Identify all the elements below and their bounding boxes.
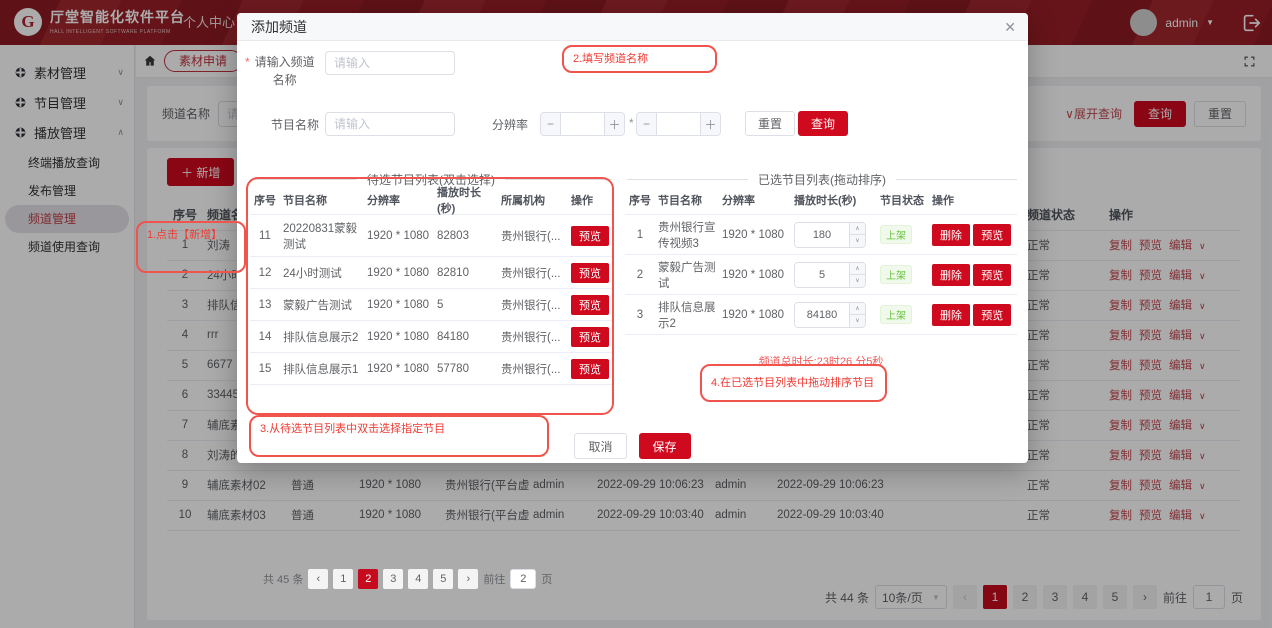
caret-down-icon[interactable]: ∨ — [850, 235, 865, 247]
divider — [896, 179, 1017, 180]
cell-seq: 3 — [625, 307, 655, 323]
total-count: 共 45 条 — [263, 571, 303, 587]
save-button[interactable]: 保存 — [639, 433, 691, 459]
plus-icon[interactable]: ＋ — [604, 113, 624, 135]
close-icon[interactable]: ✕ — [1004, 13, 1016, 41]
selected-row[interactable]: 3 排队信息展示2 1920 * 1080 ∧∨ 上架 删除 预览 — [625, 295, 1017, 335]
resolution-times-mark: * — [629, 116, 634, 130]
cell-name: 贵州银行宣传视频3 — [655, 217, 719, 253]
status-badge: 上架 — [880, 265, 912, 284]
selected-row[interactable]: 2 蒙毅广告测试 1920 * 1080 ∧∨ 上架 删除 预览 — [625, 255, 1017, 295]
selected-program-table: 序号 节目名称 分辨率 播放时长(秒) 节目状态 操作 1 贵州银行宣传视频3 … — [625, 185, 1017, 335]
modal-channel-name-input[interactable] — [325, 51, 455, 75]
plus-icon[interactable]: ＋ — [700, 113, 720, 135]
prev-page-icon[interactable]: ‹ — [308, 569, 328, 589]
status-badge: 上架 — [880, 305, 912, 324]
modal-header: 添加频道 ✕ — [237, 13, 1028, 41]
program-name-label: 节目名称 — [245, 116, 319, 134]
modal-title: 添加频道 — [251, 13, 307, 41]
modal-search-button[interactable]: 查询 — [798, 111, 848, 136]
annotation-candidate-table-box — [246, 177, 614, 415]
caret-down-icon[interactable]: ∨ — [850, 275, 865, 287]
goto-page-input[interactable] — [510, 569, 536, 589]
delete-button[interactable]: 删除 — [932, 224, 970, 246]
cell-res: 1920 * 1080 — [719, 267, 791, 283]
duration-stepper[interactable]: ∧∨ — [794, 262, 866, 288]
duration-input[interactable] — [795, 303, 849, 327]
caret-up-icon[interactable]: ∧ — [850, 263, 865, 276]
selected-row[interactable]: 1 贵州银行宣传视频3 1920 * 1080 ∧∨ 上架 删除 预览 — [625, 215, 1017, 255]
resolution-label: 分辨率 — [473, 116, 528, 134]
page-button-4[interactable]: 4 — [408, 569, 428, 589]
minus-icon[interactable]: − — [637, 113, 657, 135]
duration-stepper[interactable]: ∧∨ — [794, 222, 866, 248]
annotation-step3: 3.从待选节目列表中双击选择指定节目 — [249, 415, 549, 457]
caret-up-icon[interactable]: ∧ — [850, 223, 865, 236]
cell-seq: 2 — [625, 267, 655, 283]
annotation-step1: 1.点击【新增】 — [136, 221, 246, 273]
app-root: G 厅堂智能化软件平台 HALL INTELLIGENT SOFTWARE PL… — [0, 0, 1272, 628]
next-page-icon[interactable]: › — [458, 569, 478, 589]
page-button-1[interactable]: 1 — [333, 569, 353, 589]
minus-icon[interactable]: − — [541, 113, 561, 135]
cell-name: 蒙毅广告测试 — [655, 257, 719, 293]
page-unit-label: 页 — [541, 571, 552, 587]
cell-name: 排队信息展示2 — [655, 297, 719, 333]
page-button-3[interactable]: 3 — [383, 569, 403, 589]
cell-res: 1920 * 1080 — [719, 307, 791, 323]
duration-input[interactable] — [795, 223, 849, 247]
duration-input[interactable] — [795, 263, 849, 287]
cancel-button[interactable]: 取消 — [574, 433, 626, 459]
goto-label: 前往 — [483, 571, 505, 587]
preview-button[interactable]: 预览 — [973, 304, 1011, 326]
preview-button[interactable]: 预览 — [973, 264, 1011, 286]
delete-button[interactable]: 删除 — [932, 304, 970, 326]
page-button-5[interactable]: 5 — [433, 569, 453, 589]
candidate-table-pagination: 共 45 条 ‹ 1 2 3 4 5 › 前往 页 — [263, 569, 552, 589]
page-button-2[interactable]: 2 — [358, 569, 378, 589]
divider — [627, 179, 748, 180]
resolution-height-stepper[interactable]: − ＋ — [636, 112, 721, 136]
cell-seq: 1 — [625, 227, 655, 243]
caret-down-icon[interactable]: ∨ — [850, 315, 865, 327]
caret-up-icon[interactable]: ∧ — [850, 303, 865, 316]
delete-button[interactable]: 删除 — [932, 264, 970, 286]
preview-button[interactable]: 预览 — [973, 224, 1011, 246]
modal-program-name-input[interactable] — [325, 112, 455, 136]
cell-res: 1920 * 1080 — [719, 227, 791, 243]
annotation-step4: 4.在已选节目列表中拖动排序节目 — [700, 364, 887, 402]
annotation-step2: 2.填写频道名称 — [562, 45, 717, 73]
modal-reset-button[interactable]: 重置 — [745, 111, 795, 136]
duration-stepper[interactable]: ∧∨ — [794, 302, 866, 328]
resolution-width-stepper[interactable]: − ＋ — [540, 112, 625, 136]
status-badge: 上架 — [880, 225, 912, 244]
table-header-row: 序号 节目名称 分辨率 播放时长(秒) 节目状态 操作 — [625, 185, 1017, 215]
required-mark: * — [245, 55, 250, 69]
channel-name-label: *请输入频道 名称 — [245, 53, 321, 89]
